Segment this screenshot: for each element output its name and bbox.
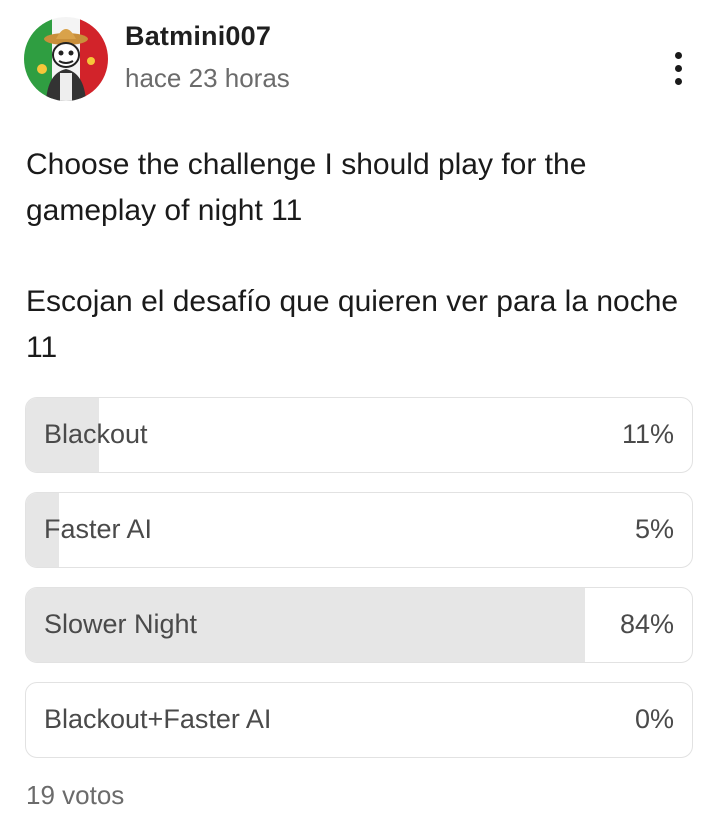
avatar-image bbox=[24, 17, 108, 101]
avatar[interactable] bbox=[24, 17, 108, 101]
poll-option-percent: 11% bbox=[621, 419, 674, 449]
post-timestamp: hace 23 horas bbox=[125, 63, 290, 93]
poll-option-percent: 0% bbox=[634, 704, 674, 734]
author-name[interactable]: Batmini007 bbox=[125, 21, 271, 52]
post-card: Batmini007 hace 23 horas Choose the chal… bbox=[0, 0, 720, 823]
poll-option-label: Faster AI bbox=[44, 514, 153, 544]
poll-option[interactable]: Slower Night 84% bbox=[25, 587, 693, 663]
more-vertical-icon bbox=[675, 78, 682, 85]
post-text-spanish: Escojan el desafío que quieren ver para … bbox=[26, 285, 679, 364]
more-options-button[interactable] bbox=[662, 49, 694, 89]
poll-option-label: Blackout bbox=[44, 419, 148, 449]
more-vertical-icon bbox=[675, 52, 682, 59]
post-text-english: Choose the challenge I should play for t… bbox=[26, 148, 587, 227]
poll-option[interactable]: Faster AI 5% bbox=[25, 492, 693, 568]
poll-option-label: Slower Night bbox=[44, 609, 198, 639]
poll-option[interactable]: Blackout+Faster AI 0% bbox=[25, 682, 693, 758]
post-header: Batmini007 hace 23 horas bbox=[24, 17, 696, 103]
more-vertical-icon bbox=[675, 65, 682, 72]
poll-option-percent: 84% bbox=[619, 609, 674, 639]
vote-count: 19 votos bbox=[26, 780, 125, 810]
poll-option[interactable]: Blackout 11% bbox=[25, 397, 693, 473]
poll-option-label: Blackout+Faster AI bbox=[44, 704, 272, 734]
poll-option-percent: 5% bbox=[634, 514, 674, 544]
